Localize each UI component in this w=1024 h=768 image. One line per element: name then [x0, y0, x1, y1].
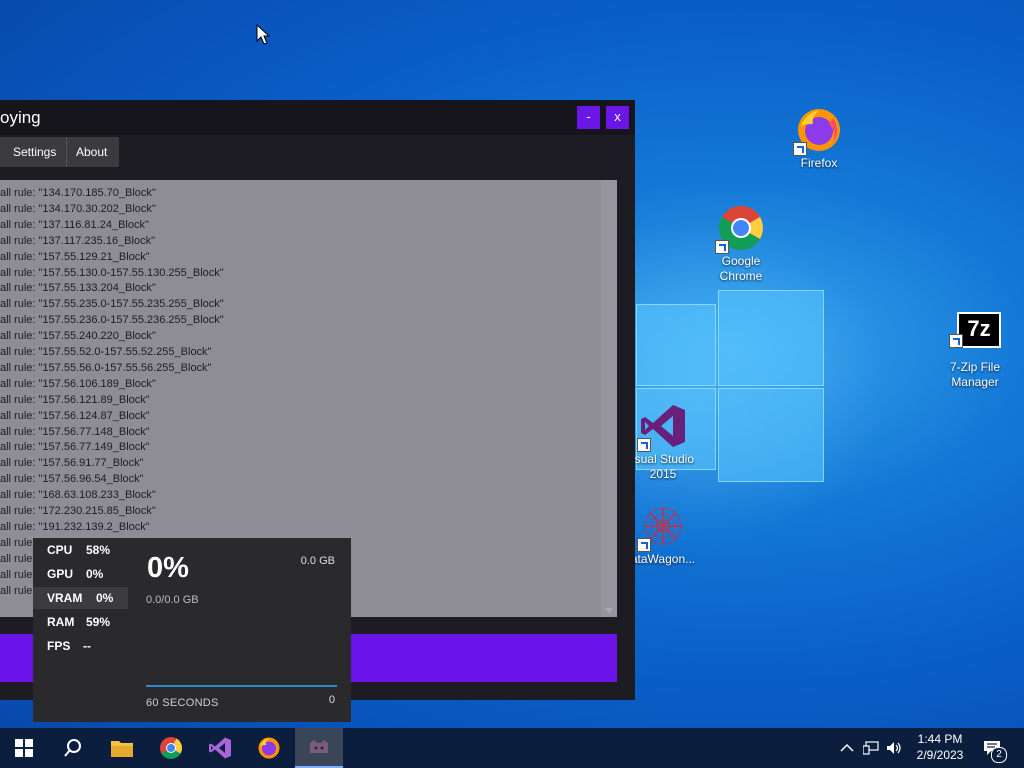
taskbar-chrome[interactable]	[147, 728, 195, 768]
desktop-icon-visual-studio[interactable]: isual Studio 2015	[623, 402, 703, 482]
visual-studio-icon	[637, 402, 687, 452]
chevron-up-icon[interactable]	[840, 743, 854, 753]
scroll-down-icon[interactable]	[605, 608, 613, 613]
clock-date: 2/9/2023	[916, 748, 964, 762]
metric-value: 59%	[86, 615, 111, 629]
desktop-icon-7zip[interactable]: 7z 7-Zip File Manager	[935, 310, 1015, 390]
mouse-cursor-icon	[256, 24, 271, 45]
metric-fps[interactable]: FPS --	[33, 635, 128, 657]
log-line: all rule: "172.230.215.85_Block"	[0, 505, 156, 517]
desktop-icon-datawagon[interactable]: ataWagon...	[623, 502, 703, 567]
log-line: all rule	[0, 568, 33, 581]
metric-value: --	[83, 639, 91, 653]
taskbar-firefox[interactable]	[245, 728, 293, 768]
taskbar-file-explorer[interactable]	[98, 728, 146, 768]
notification-count-badge: 2	[991, 747, 1007, 763]
metric-value: 0%	[96, 591, 114, 605]
metric-label: FPS	[47, 639, 71, 653]
log-line: all rule: "157.56.77.148_Block"	[0, 425, 150, 438]
metric-label: RAM	[47, 615, 75, 629]
log-line: all rule: "134.170.185.70_Block"	[0, 187, 156, 199]
folder-icon	[111, 741, 133, 757]
selected-metric-usage: 0.0/0.0 GB	[146, 594, 199, 606]
metric-gpu[interactable]: GPU 0%	[33, 563, 128, 585]
window-title: oying	[0, 108, 41, 127]
network-icon[interactable]	[863, 741, 879, 755]
datawagon-icon	[637, 502, 687, 552]
search-button[interactable]	[48, 728, 96, 768]
log-line: all rule	[0, 552, 33, 565]
windows-start-icon	[15, 739, 33, 757]
taskbar-visual-studio[interactable]	[196, 728, 244, 768]
graph-min-label: 0	[328, 694, 335, 706]
metric-value: 58%	[86, 543, 111, 557]
log-line: all rule: "157.56.121.89_Block"	[0, 393, 150, 406]
log-line: all rule: "191.232.139.2_Block"	[0, 520, 150, 533]
metric-value: 0%	[86, 567, 104, 581]
close-button[interactable]: x	[606, 106, 629, 129]
metric-cpu[interactable]: CPU 58%	[33, 539, 128, 561]
metric-vram[interactable]: VRAM 0%	[33, 587, 128, 609]
title-bar[interactable]: oying - x	[0, 100, 635, 135]
log-line: all rule: "157.56.106.189_Block"	[0, 377, 156, 390]
log-line: all rule: "137.117.235.16_Block"	[0, 234, 155, 247]
7zip-badge-text: 7z	[957, 312, 1001, 348]
log-line: all rule	[0, 584, 33, 597]
log-line: all rule: "157.56.124.87_Block"	[0, 409, 150, 422]
desktop-icon-firefox[interactable]: Firefox	[779, 106, 859, 171]
log-scrollbar[interactable]	[601, 180, 617, 617]
visual-studio-icon	[209, 737, 231, 759]
log-line: all rule: "134.170.30.202_Block"	[0, 202, 156, 215]
volume-icon[interactable]	[886, 741, 902, 755]
clock[interactable]: 1:44 PM 2/9/2023	[912, 728, 968, 768]
log-line: all rule: "157.55.129.21_Block"	[0, 250, 150, 263]
selected-metric-value: 0%	[147, 552, 189, 584]
log-line: all rule: "157.55.240.220_Block"	[0, 330, 156, 343]
usage-graph	[146, 685, 337, 687]
app-icon	[310, 740, 328, 753]
7zip-icon: 7z	[949, 310, 1001, 358]
system-tray	[838, 728, 914, 768]
log-line: all rule: "157.55.235.0-157.55.235.255_B…	[0, 298, 224, 311]
minimize-button[interactable]: -	[577, 106, 600, 129]
menu-about[interactable]: About	[76, 145, 107, 159]
firefox-icon	[793, 106, 843, 156]
desktop-icon-label: 7-Zip File Manager	[949, 360, 1000, 389]
taskbar-active-app[interactable]	[295, 728, 343, 768]
search-icon	[64, 739, 81, 757]
log-line: all rule: "157.55.236.0-157.55.236.255_B…	[0, 314, 224, 327]
metric-ram[interactable]: RAM 59%	[33, 611, 128, 633]
log-line: all rule: "157.55.130.0-157.55.130.255_B…	[0, 266, 224, 279]
log-line: all rule	[0, 536, 33, 549]
log-line: all rule: "157.56.77.149_Block"	[0, 441, 150, 454]
graph-window-label: 60 SECONDS	[146, 697, 219, 709]
desktop-icon-label: ataWagon...	[630, 552, 696, 566]
taskbar: 1:44 PM 2/9/2023 2	[0, 728, 1024, 768]
log-line: all rule: "157.55.52.0-157.55.52.255_Blo…	[0, 346, 212, 358]
start-button[interactable]	[0, 728, 48, 768]
metric-label: CPU	[47, 543, 73, 557]
firefox-icon	[258, 737, 280, 759]
desktop-icon-chrome[interactable]: Google Chrome	[701, 204, 781, 284]
desktop-icon-label: Google Chrome	[719, 254, 763, 283]
log-line: all rule: "137.116.81.24_Block"	[0, 218, 149, 231]
metric-label: VRAM	[47, 591, 83, 605]
metric-label: GPU	[47, 567, 74, 581]
performance-overlay: CPU 58% GPU 0% VRAM 0% RAM 59% FPS -- 0%…	[33, 538, 351, 722]
desktop-icon-label: Firefox	[800, 156, 838, 170]
menu-bar: Settings About	[0, 137, 119, 167]
chrome-icon	[715, 204, 765, 254]
log-line: all rule: "157.56.91.77_Block"	[0, 457, 144, 470]
clock-time: 1:44 PM	[917, 732, 963, 746]
log-line: all rule: "157.55.133.204_Block"	[0, 282, 156, 295]
log-line: all rule: "168.63.108.233_Block"	[0, 489, 156, 502]
metrics-list: CPU 58% GPU 0% VRAM 0% RAM 59% FPS --	[33, 538, 128, 722]
menu-settings[interactable]: Settings	[13, 145, 56, 159]
notifications-button[interactable]: 2	[978, 728, 1018, 768]
chrome-icon	[160, 737, 182, 759]
log-line: all rule: "157.56.96.54_Block"	[0, 473, 144, 486]
graph-max-label: 0.0 GB	[300, 555, 335, 567]
desktop-icon-label: isual Studio 2015	[631, 452, 695, 481]
log-line: all rule: "157.55.56.0-157.55.56.255_Blo…	[0, 361, 212, 374]
